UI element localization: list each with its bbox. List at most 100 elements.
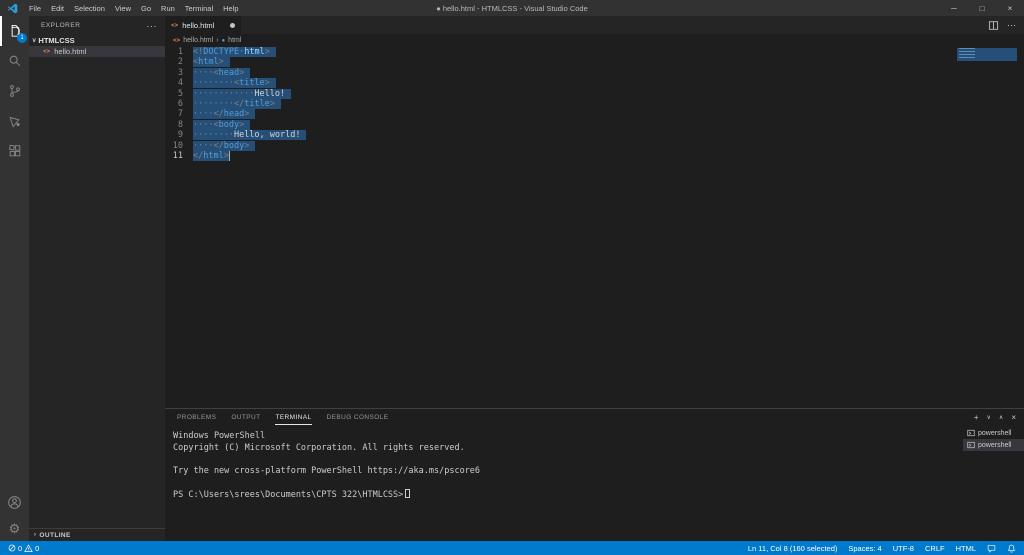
terminal-line: Windows PowerShell	[173, 431, 266, 441]
line-number: 8	[177, 119, 183, 130]
menu-terminal[interactable]: Terminal	[180, 4, 218, 13]
close-icon[interactable]: ×	[996, 0, 1024, 16]
close-panel-icon[interactable]: ×	[1011, 413, 1016, 422]
folder-row-htmlcss[interactable]: ∨ HTMLCSS	[29, 35, 165, 46]
tab-bar: <> hello.html ···	[165, 16, 1024, 34]
folder-name: HTMLCSS	[38, 36, 75, 45]
language-mode[interactable]: HTML	[956, 544, 976, 553]
breadcrumb-separator: ›	[216, 37, 219, 44]
tab-output[interactable]: OUTPUT	[231, 409, 260, 425]
eol-sequence[interactable]: CRLF	[925, 544, 945, 553]
code-line: 1 <!DOCTYPE·html>	[165, 47, 1024, 57]
menu-edit[interactable]: Edit	[46, 4, 69, 13]
breadcrumb-symbol[interactable]: html	[228, 37, 241, 44]
code-line: 6 ········</title>	[165, 98, 1024, 109]
terminal-list-item-selected[interactable]: powershell	[963, 439, 1024, 451]
title-bar: File Edit Selection View Go Run Terminal…	[0, 0, 1024, 16]
menu-bar: File Edit Selection View Go Run Terminal…	[24, 4, 244, 13]
menu-view[interactable]: View	[110, 4, 136, 13]
file-name: hello.html	[54, 47, 87, 56]
code-line: 8 ····<body>	[165, 119, 1024, 130]
more-actions-icon[interactable]: ···	[1007, 20, 1016, 30]
code-line: 9 ········Hello, world!	[165, 130, 1024, 141]
line-number: 3	[177, 67, 183, 78]
code-editor[interactable]: 1 <!DOCTYPE·html> 2 <html> 3 ····<head> 4 ··…	[165, 47, 1024, 408]
menu-help[interactable]: Help	[218, 4, 243, 13]
terminal-icon	[967, 429, 975, 437]
menu-file[interactable]: File	[24, 4, 46, 13]
menu-selection[interactable]: Selection	[69, 4, 110, 13]
cursor-position[interactable]: Ln 11, Col 8 (160 selected)	[748, 544, 838, 553]
line-number: 7	[177, 109, 183, 120]
code-line: 3 ····<head>	[165, 67, 1024, 78]
modified-dot-icon[interactable]	[230, 22, 235, 28]
terminal-line: Try the new cross-platform PowerShell ht…	[173, 465, 481, 476]
terminal-prompt-line[interactable]: PS C:\Users\srees\Documents\CPTS 322\HTM…	[173, 488, 963, 502]
html-file-icon: <>	[171, 21, 179, 29]
vscode-logo-icon	[7, 3, 18, 13]
menu-run[interactable]: Run	[156, 4, 180, 13]
tab-hello-html[interactable]: <> hello.html	[165, 16, 241, 34]
code-line: 4 ········<title>	[165, 78, 1024, 89]
status-bar: 0 0 Ln 11, Col 8 (160 selected) Spaces: …	[0, 541, 1024, 555]
split-editor-icon[interactable]	[988, 20, 999, 31]
tab-terminal[interactable]: TERMINAL	[275, 409, 311, 425]
maximize-icon[interactable]: □	[968, 0, 996, 16]
breadcrumb-file[interactable]: hello.html	[183, 37, 213, 44]
editor-group: <> hello.html ··· <> hello.html › ● html…	[165, 16, 1024, 541]
tab-label: hello.html	[182, 20, 215, 30]
terminal-dropdown-icon[interactable]: ∨	[987, 414, 991, 421]
encoding[interactable]: UTF-8	[893, 544, 914, 553]
line-number: 1	[177, 47, 183, 57]
panel-actions: + ∨ ∧ ×	[974, 409, 1016, 425]
minimap-selection	[957, 48, 1017, 61]
line-number: 4	[177, 78, 183, 89]
tab-debug-console[interactable]: DEBUG CONSOLE	[327, 409, 389, 425]
run-debug-icon[interactable]	[0, 106, 29, 136]
terminal-output[interactable]: Windows PowerShell Copyright (C) Microso…	[165, 425, 963, 541]
html-file-icon: <>	[173, 37, 181, 44]
panel-body: Windows PowerShell Copyright (C) Microso…	[165, 425, 1024, 541]
bottom-panel: PROBLEMS OUTPUT TERMINAL DEBUG CONSOLE +…	[165, 408, 1024, 541]
extensions-icon[interactable]	[0, 136, 29, 166]
editor-actions: ···	[988, 16, 1024, 34]
line-number: 9	[177, 130, 183, 141]
file-row-hello-html[interactable]: <> hello.html	[29, 46, 165, 57]
explorer-icon[interactable]: 1	[0, 16, 29, 46]
line-number: 6	[177, 98, 183, 109]
chevron-down-icon: ∨	[32, 38, 37, 44]
line-number: 10	[172, 140, 183, 151]
search-icon[interactable]	[0, 46, 29, 76]
maximize-panel-icon[interactable]: ∧	[999, 414, 1003, 421]
minimize-icon[interactable]: ─	[940, 0, 968, 16]
explorer-more-actions-icon[interactable]: ···	[147, 21, 158, 31]
chevron-right-icon: ›	[34, 532, 37, 538]
new-terminal-icon[interactable]: +	[974, 413, 979, 422]
outline-section[interactable]: › OUTLINE	[29, 528, 165, 541]
panel-header: PROBLEMS OUTPUT TERMINAL DEBUG CONSOLE	[165, 409, 1024, 425]
indentation[interactable]: Spaces: 4	[848, 544, 881, 553]
sidebar-title: EXPLORER	[41, 22, 81, 29]
settings-gear-icon[interactable]: ⚙	[0, 515, 29, 541]
sidebar-header: EXPLORER ···	[29, 16, 165, 35]
line-number: 5	[177, 88, 183, 99]
errors-warnings[interactable]: 0 0	[8, 544, 39, 553]
tab-problems[interactable]: PROBLEMS	[177, 409, 216, 425]
minimap[interactable]	[957, 47, 1017, 167]
activity-bar: 1 ⚙	[0, 16, 29, 541]
error-icon	[8, 544, 16, 552]
menu-go[interactable]: Go	[136, 4, 156, 13]
text-cursor	[228, 150, 230, 161]
notifications-bell-icon[interactable]	[1007, 544, 1016, 553]
terminal-list-item[interactable]: powershell	[963, 427, 1024, 439]
source-control-icon[interactable]	[0, 76, 29, 106]
warning-icon	[24, 543, 33, 552]
code-line: 7 ····</head>	[165, 109, 1024, 120]
account-icon[interactable]	[0, 489, 29, 515]
status-bar-right: Ln 11, Col 8 (160 selected) Spaces: 4 UT…	[748, 544, 1016, 553]
terminal-cursor	[405, 488, 411, 498]
feedback-icon[interactable]	[987, 544, 996, 553]
unsaved-count-badge: 1	[17, 33, 27, 43]
